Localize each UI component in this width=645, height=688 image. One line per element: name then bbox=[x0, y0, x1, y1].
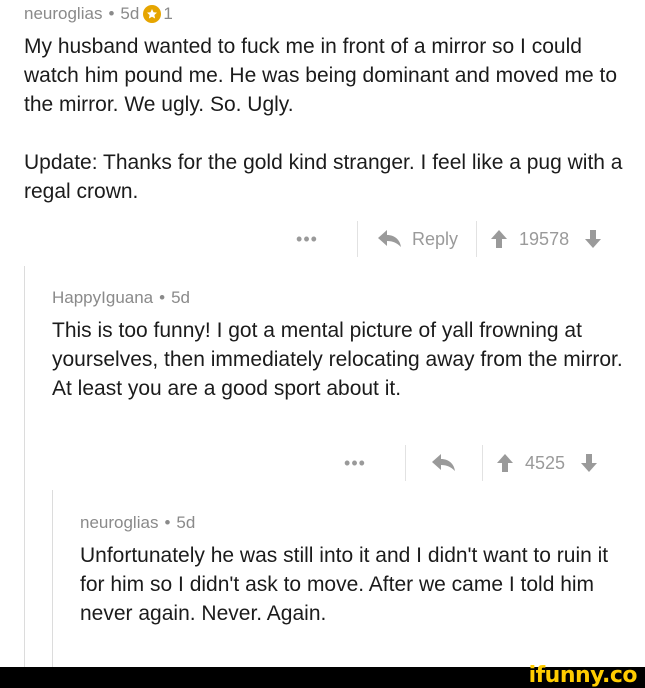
reply-button[interactable]: Reply bbox=[358, 222, 476, 256]
comment-meta: HappyIguana • 5d bbox=[52, 288, 627, 308]
vote-score: 4525 bbox=[525, 452, 566, 473]
reply-button[interactable] bbox=[406, 446, 482, 480]
meta-separator: • bbox=[108, 4, 115, 23]
comment-paragraph: My husband wanted to fuck me in front of… bbox=[24, 35, 617, 116]
comment-1-actions: ••• Reply 19578 bbox=[285, 221, 602, 257]
meta-separator: • bbox=[159, 288, 166, 307]
upvote-arrow-icon[interactable] bbox=[497, 454, 513, 472]
reply-arrow-icon bbox=[432, 454, 456, 472]
gold-count: 1 bbox=[163, 4, 173, 23]
comment-paragraph: Unfortunately he was still into it and I… bbox=[80, 544, 609, 625]
comment-age: 5d bbox=[176, 513, 196, 532]
meta-separator: • bbox=[164, 513, 171, 532]
comment-1: neuroglias • 5d 1 My husband wanted to f… bbox=[24, 4, 624, 206]
comment-author[interactable]: HappyIguana bbox=[52, 288, 153, 308]
thread-line bbox=[24, 266, 25, 668]
reply-arrow-icon bbox=[378, 230, 402, 248]
comment-age: 5d bbox=[120, 4, 140, 23]
comment-body: This is too funny! I got a mental pictur… bbox=[52, 316, 627, 403]
comment-author[interactable]: neuroglias bbox=[80, 513, 158, 533]
gold-star-icon bbox=[143, 5, 162, 23]
vote-score: 19578 bbox=[519, 228, 570, 249]
more-options-button[interactable]: ••• bbox=[333, 446, 377, 480]
ifunny-watermark: ifunny.co bbox=[528, 663, 638, 688]
comment-body: Unfortunately he was still into it and I… bbox=[80, 541, 630, 628]
comment-2-actions: ••• 4525 bbox=[333, 445, 598, 481]
comment-author[interactable]: neuroglias bbox=[24, 4, 102, 24]
upvote-arrow-icon[interactable] bbox=[491, 230, 508, 248]
comment-meta: neuroglias • 5d 1 bbox=[24, 4, 624, 24]
comment-2: HappyIguana • 5d This is too funny! I go… bbox=[52, 288, 627, 403]
comment-paragraph: Update: Thanks for the gold kind strange… bbox=[24, 151, 623, 203]
watermark-bar: ifunny.co bbox=[0, 663, 645, 688]
comment-age: 5d bbox=[171, 288, 191, 307]
comment-body: My husband wanted to fuck me in front of… bbox=[24, 32, 624, 206]
more-options-button[interactable]: ••• bbox=[285, 222, 329, 256]
vote-controls: 19578 bbox=[477, 222, 602, 256]
downvote-arrow-icon[interactable] bbox=[585, 230, 602, 248]
vote-controls: 4525 bbox=[483, 446, 598, 480]
thread-line bbox=[52, 490, 53, 668]
reply-label: Reply bbox=[412, 228, 459, 249]
comment-meta: neuroglias • 5d bbox=[80, 513, 630, 533]
comment-paragraph: This is too funny! I got a mental pictur… bbox=[52, 319, 623, 400]
downvote-arrow-icon[interactable] bbox=[581, 454, 598, 472]
comment-3: neuroglias • 5d Unfortunately he was sti… bbox=[80, 513, 630, 628]
